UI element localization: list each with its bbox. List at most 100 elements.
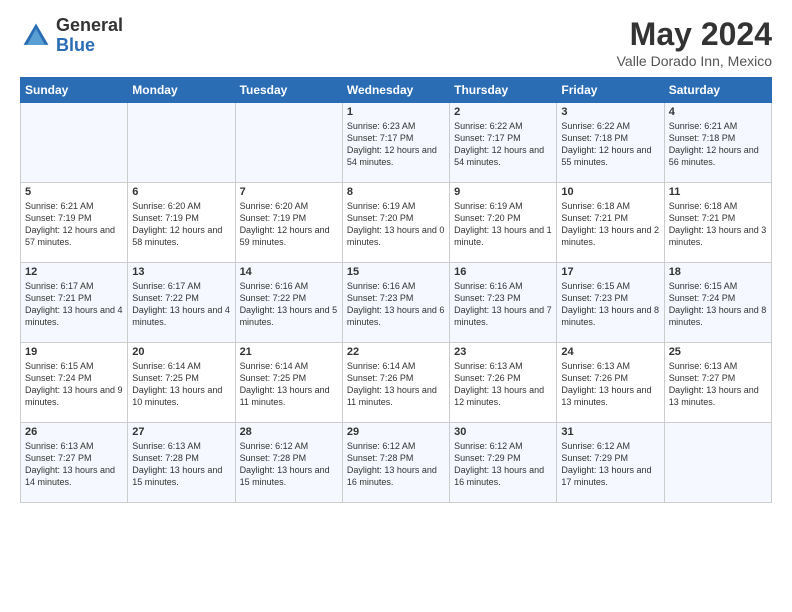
day-number: 28 [240, 426, 338, 438]
day-info: Sunrise: 6:22 AMSunset: 7:17 PMDaylight:… [454, 121, 544, 167]
calendar-cell: 3 Sunrise: 6:22 AMSunset: 7:18 PMDaylight… [557, 103, 664, 183]
calendar-cell: 24Sunrise: 6:13 AMSunset: 7:26 PMDayligh… [557, 343, 664, 423]
day-info: Sunrise: 6:15 AMSunset: 7:24 PMDaylight:… [25, 361, 123, 407]
day-number: 21 [240, 346, 338, 358]
header: General Blue May 2024 Valle Dorado Inn, … [20, 16, 772, 69]
day-number: 22 [347, 346, 445, 358]
calendar-cell: 8Sunrise: 6:19 AMSunset: 7:20 PMDaylight… [342, 183, 449, 263]
day-number: 15 [347, 266, 445, 278]
day-number: 23 [454, 346, 552, 358]
calendar-cell: 25Sunrise: 6:13 AMSunset: 7:27 PMDayligh… [664, 343, 771, 423]
day-number: 12 [25, 266, 123, 278]
col-thursday: Thursday [450, 78, 557, 103]
day-number: 26 [25, 426, 123, 438]
day-number: 20 [132, 346, 230, 358]
col-friday: Friday [557, 78, 664, 103]
calendar-cell: 22Sunrise: 6:14 AMSunset: 7:26 PMDayligh… [342, 343, 449, 423]
day-number: 5 [25, 186, 123, 198]
day-number: 3 [561, 106, 659, 118]
day-info: Sunrise: 6:16 AMSunset: 7:23 PMDaylight:… [347, 281, 445, 327]
day-info: Sunrise: 6:21 AMSunset: 7:18 PMDaylight:… [669, 121, 759, 167]
day-number: 27 [132, 426, 230, 438]
day-number: 19 [25, 346, 123, 358]
day-info: Sunrise: 6:19 AMSunset: 7:20 PMDaylight:… [454, 201, 552, 247]
day-info: Sunrise: 6:12 AMSunset: 7:28 PMDaylight:… [240, 441, 330, 487]
day-number: 7 [240, 186, 338, 198]
calendar-cell: 13Sunrise: 6:17 AMSunset: 7:22 PMDayligh… [128, 263, 235, 343]
calendar-cell: 5 Sunrise: 6:21 AMSunset: 7:19 PMDaylight… [21, 183, 128, 263]
day-number: 14 [240, 266, 338, 278]
day-number: 1 [347, 106, 445, 118]
calendar-cell: 20 Sunrise: 6:14 AMSunset: 7:25 PMDayligh… [128, 343, 235, 423]
day-info: Sunrise: 6:13 AMSunset: 7:28 PMDaylight:… [132, 441, 222, 487]
day-number: 4 [669, 106, 767, 118]
day-info: Sunrise: 6:20 AMSunset: 7:19 PMDaylight:… [240, 201, 330, 247]
col-sunday: Sunday [21, 78, 128, 103]
day-info: Sunrise: 6:22 AMSunset: 7:18 PMDaylight:… [561, 121, 651, 167]
calendar-cell [664, 423, 771, 503]
day-info: Sunrise: 6:21 AMSunset: 7:19 PMDaylight:… [25, 201, 115, 247]
col-tuesday: Tuesday [235, 78, 342, 103]
main-title: May 2024 [617, 16, 772, 53]
calendar-cell [21, 103, 128, 183]
calendar-cell: 16Sunrise: 6:16 AMSunset: 7:23 PMDayligh… [450, 263, 557, 343]
day-info: Sunrise: 6:18 AMSunset: 7:21 PMDaylight:… [669, 201, 767, 247]
calendar-cell: 2 Sunrise: 6:22 AMSunset: 7:17 PMDaylight… [450, 103, 557, 183]
day-info: Sunrise: 6:17 AMSunset: 7:21 PMDaylight:… [25, 281, 123, 327]
day-info: Sunrise: 6:18 AMSunset: 7:21 PMDaylight:… [561, 201, 659, 247]
day-info: Sunrise: 6:14 AMSunset: 7:25 PMDaylight:… [132, 361, 222, 407]
calendar-cell [128, 103, 235, 183]
day-info: Sunrise: 6:19 AMSunset: 7:20 PMDaylight:… [347, 201, 445, 247]
day-number: 13 [132, 266, 230, 278]
calendar-cell: 15 Sunrise: 6:16 AMSunset: 7:23 PMDayligh… [342, 263, 449, 343]
calendar-cell: 17 Sunrise: 6:15 AMSunset: 7:23 PMDayligh… [557, 263, 664, 343]
calendar-cell: 18 Sunrise: 6:15 AMSunset: 7:24 PMDayligh… [664, 263, 771, 343]
logo-text: General Blue [56, 16, 123, 56]
calendar-week-4: 19 Sunrise: 6:15 AMSunset: 7:24 PMDayligh… [21, 343, 772, 423]
day-number: 6 [132, 186, 230, 198]
calendar-cell: 4 Sunrise: 6:21 AMSunset: 7:18 PMDaylight… [664, 103, 771, 183]
header-row: Sunday Monday Tuesday Wednesday Thursday… [21, 78, 772, 103]
day-number: 17 [561, 266, 659, 278]
calendar-cell: 19 Sunrise: 6:15 AMSunset: 7:24 PMDayligh… [21, 343, 128, 423]
calendar-cell: 30Sunrise: 6:12 AMSunset: 7:29 PMDayligh… [450, 423, 557, 503]
calendar-cell: 9 Sunrise: 6:19 AMSunset: 7:20 PMDaylight… [450, 183, 557, 263]
calendar-cell: 21Sunrise: 6:14 AMSunset: 7:25 PMDayligh… [235, 343, 342, 423]
day-info: Sunrise: 6:15 AMSunset: 7:24 PMDaylight:… [669, 281, 767, 327]
day-number: 9 [454, 186, 552, 198]
day-number: 2 [454, 106, 552, 118]
day-number: 18 [669, 266, 767, 278]
day-info: Sunrise: 6:13 AMSunset: 7:26 PMDaylight:… [454, 361, 544, 407]
day-number: 25 [669, 346, 767, 358]
page: General Blue May 2024 Valle Dorado Inn, … [0, 0, 792, 612]
logo-general: General [56, 16, 123, 36]
day-info: Sunrise: 6:12 AMSunset: 7:28 PMDaylight:… [347, 441, 437, 487]
calendar-cell: 27 Sunrise: 6:13 AMSunset: 7:28 PMDayligh… [128, 423, 235, 503]
day-number: 11 [669, 186, 767, 198]
logo-icon [20, 20, 52, 52]
day-info: Sunrise: 6:12 AMSunset: 7:29 PMDaylight:… [561, 441, 651, 487]
logo-blue: Blue [56, 36, 123, 56]
col-saturday: Saturday [664, 78, 771, 103]
logo: General Blue [20, 16, 123, 56]
day-number: 29 [347, 426, 445, 438]
day-info: Sunrise: 6:23 AMSunset: 7:17 PMDaylight:… [347, 121, 437, 167]
calendar-cell: 26Sunrise: 6:13 AMSunset: 7:27 PMDayligh… [21, 423, 128, 503]
subtitle: Valle Dorado Inn, Mexico [617, 53, 772, 69]
col-monday: Monday [128, 78, 235, 103]
day-number: 16 [454, 266, 552, 278]
calendar-cell: 23 Sunrise: 6:13 AMSunset: 7:26 PMDayligh… [450, 343, 557, 423]
day-info: Sunrise: 6:20 AMSunset: 7:19 PMDaylight:… [132, 201, 222, 247]
calendar-cell: 7 Sunrise: 6:20 AMSunset: 7:19 PMDaylight… [235, 183, 342, 263]
calendar-cell: 29 Sunrise: 6:12 AMSunset: 7:28 PMDayligh… [342, 423, 449, 503]
calendar-week-3: 12 Sunrise: 6:17 AMSunset: 7:21 PMDayligh… [21, 263, 772, 343]
day-info: Sunrise: 6:12 AMSunset: 7:29 PMDaylight:… [454, 441, 544, 487]
calendar-cell: 6 Sunrise: 6:20 AMSunset: 7:19 PMDaylight… [128, 183, 235, 263]
calendar-cell [235, 103, 342, 183]
day-info: Sunrise: 6:15 AMSunset: 7:23 PMDaylight:… [561, 281, 659, 327]
calendar-week-2: 5 Sunrise: 6:21 AMSunset: 7:19 PMDaylight… [21, 183, 772, 263]
calendar-week-5: 26Sunrise: 6:13 AMSunset: 7:27 PMDayligh… [21, 423, 772, 503]
calendar-table: Sunday Monday Tuesday Wednesday Thursday… [20, 77, 772, 503]
calendar-cell: 1 Sunrise: 6:23 AMSunset: 7:17 PMDaylight… [342, 103, 449, 183]
calendar-cell: 14Sunrise: 6:16 AMSunset: 7:22 PMDayligh… [235, 263, 342, 343]
